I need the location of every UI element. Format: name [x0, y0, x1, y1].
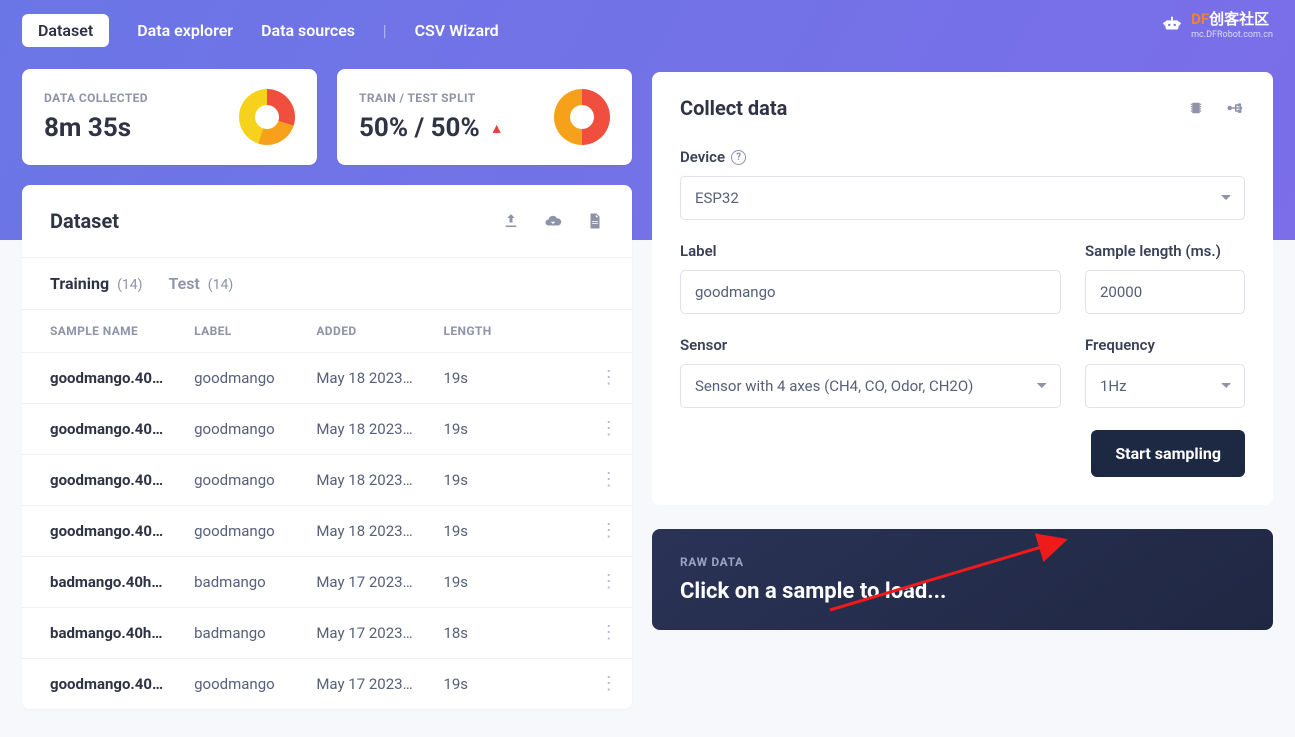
- label-input[interactable]: [680, 270, 1061, 314]
- sample-length-input[interactable]: [1085, 270, 1245, 314]
- cell-length: 19s: [415, 455, 557, 506]
- cell-added: May 17 2023, ...: [288, 608, 415, 659]
- file-icon[interactable]: [586, 212, 604, 230]
- card-value: 50% / 50%: [359, 113, 480, 143]
- card-value: 8m 35s: [44, 113, 148, 143]
- cell-label: goodmango: [166, 659, 288, 710]
- help-icon[interactable]: ?: [731, 150, 746, 165]
- tab-test[interactable]: Test (14): [168, 274, 233, 293]
- cell-added: May 17 2023, ...: [288, 557, 415, 608]
- cell-length: 19s: [415, 353, 557, 404]
- table-row[interactable]: goodmango.40jno...goodmangoMay 18 2023, …: [22, 506, 632, 557]
- dataset-panel: Dataset Training (14) Test (14): [22, 185, 632, 709]
- tab-training[interactable]: Training (14): [50, 274, 142, 293]
- cell-sample-name: goodmango.40jno...: [22, 506, 166, 557]
- row-menu-icon[interactable]: ⋮: [600, 367, 618, 388]
- table-row[interactable]: goodmango.40h9...goodmangoMay 17 2023, .…: [22, 659, 632, 710]
- frequency-label: Frequency: [1085, 336, 1245, 354]
- chip-icon[interactable]: [1187, 99, 1205, 117]
- frequency-select[interactable]: 1Hz: [1085, 364, 1245, 408]
- sensor-label: Sensor: [680, 336, 1061, 354]
- card-data-collected: DATA COLLECTED 8m 35s: [22, 69, 317, 165]
- cell-sample-name: goodmango.40joh...: [22, 353, 166, 404]
- cell-label: badmango: [166, 608, 288, 659]
- col-length: LENGTH: [415, 310, 557, 353]
- upload-icon[interactable]: [502, 212, 520, 230]
- panel-title: Dataset: [50, 209, 119, 233]
- row-menu-icon[interactable]: ⋮: [600, 673, 618, 694]
- cell-length: 19s: [415, 557, 557, 608]
- device-label: Device?: [680, 148, 1245, 166]
- table-row[interactable]: badmango.40h9u...badmangoMay 17 2023, ..…: [22, 608, 632, 659]
- cloud-download-icon[interactable]: [544, 212, 562, 230]
- table-row[interactable]: goodmango.40joh...goodmangoMay 18 2023, …: [22, 353, 632, 404]
- cell-label: goodmango: [166, 506, 288, 557]
- cell-added: May 18 2023, ...: [288, 455, 415, 506]
- cell-length: 19s: [415, 404, 557, 455]
- top-nav: Dataset Data explorer Data sources | CSV…: [22, 0, 632, 69]
- cell-added: May 18 2023, ...: [288, 404, 415, 455]
- raw-data-text: Click on a sample to load...: [680, 579, 1245, 604]
- cell-sample-name: badmango.40h9v...: [22, 557, 166, 608]
- donut-chart-icon: [554, 89, 610, 145]
- dataset-table: SAMPLE NAME LABEL ADDED LENGTH goodmango…: [22, 309, 632, 709]
- col-sample-name: SAMPLE NAME: [22, 310, 166, 353]
- raw-data-label: RAW DATA: [680, 555, 1245, 569]
- nav-separator: |: [383, 21, 387, 40]
- nav-tab-dataset[interactable]: Dataset: [22, 14, 109, 47]
- table-row[interactable]: badmango.40h9v...badmangoMay 17 2023, ..…: [22, 557, 632, 608]
- raw-data-panel: RAW DATA Click on a sample to load...: [652, 529, 1273, 630]
- row-menu-icon[interactable]: ⋮: [600, 520, 618, 541]
- col-added: ADDED: [288, 310, 415, 353]
- warning-icon: ▲: [490, 120, 504, 137]
- sample-length-label: Sample length (ms.): [1085, 242, 1245, 260]
- cell-added: May 17 2023, ...: [288, 659, 415, 710]
- device-select[interactable]: ESP32: [680, 176, 1245, 220]
- row-menu-icon[interactable]: ⋮: [600, 571, 618, 592]
- cell-label: badmango: [166, 557, 288, 608]
- card-label: TRAIN / TEST SPLIT: [359, 91, 504, 105]
- cell-sample-name: goodmango.40jnu...: [22, 455, 166, 506]
- card-train-test-split: TRAIN / TEST SPLIT 50% / 50% ▲: [337, 69, 632, 165]
- cell-sample-name: goodmango.40h9...: [22, 659, 166, 710]
- cell-sample-name: badmango.40h9u...: [22, 608, 166, 659]
- card-label: DATA COLLECTED: [44, 91, 148, 105]
- usb-icon[interactable]: [1225, 99, 1245, 117]
- row-menu-icon[interactable]: ⋮: [600, 469, 618, 490]
- collect-data-panel: Collect data Device? ESP32 Label Sa: [652, 72, 1273, 505]
- nav-tab-csv-wizard[interactable]: CSV Wizard: [415, 21, 499, 40]
- cell-length: 19s: [415, 506, 557, 557]
- cell-added: May 18 2023, ...: [288, 353, 415, 404]
- nav-tab-explorer[interactable]: Data explorer: [137, 21, 233, 40]
- table-row[interactable]: goodmango.40jnv...goodmangoMay 18 2023, …: [22, 404, 632, 455]
- row-menu-icon[interactable]: ⋮: [600, 622, 618, 643]
- nav-tab-sources[interactable]: Data sources: [261, 21, 355, 40]
- sensor-select[interactable]: Sensor with 4 axes (CH4, CO, Odor, CH2O): [680, 364, 1061, 408]
- row-menu-icon[interactable]: ⋮: [600, 418, 618, 439]
- table-row[interactable]: goodmango.40jnu...goodmangoMay 18 2023, …: [22, 455, 632, 506]
- cell-length: 18s: [415, 608, 557, 659]
- cell-label: goodmango: [166, 353, 288, 404]
- cell-label: goodmango: [166, 404, 288, 455]
- cell-added: May 18 2023, ...: [288, 506, 415, 557]
- col-label: LABEL: [166, 310, 288, 353]
- start-sampling-button[interactable]: Start sampling: [1091, 430, 1245, 477]
- collect-title: Collect data: [680, 96, 787, 120]
- donut-chart-icon: [239, 89, 295, 145]
- cell-length: 19s: [415, 659, 557, 710]
- cell-label: goodmango: [166, 455, 288, 506]
- label-label: Label: [680, 242, 1061, 260]
- cell-sample-name: goodmango.40jnv...: [22, 404, 166, 455]
